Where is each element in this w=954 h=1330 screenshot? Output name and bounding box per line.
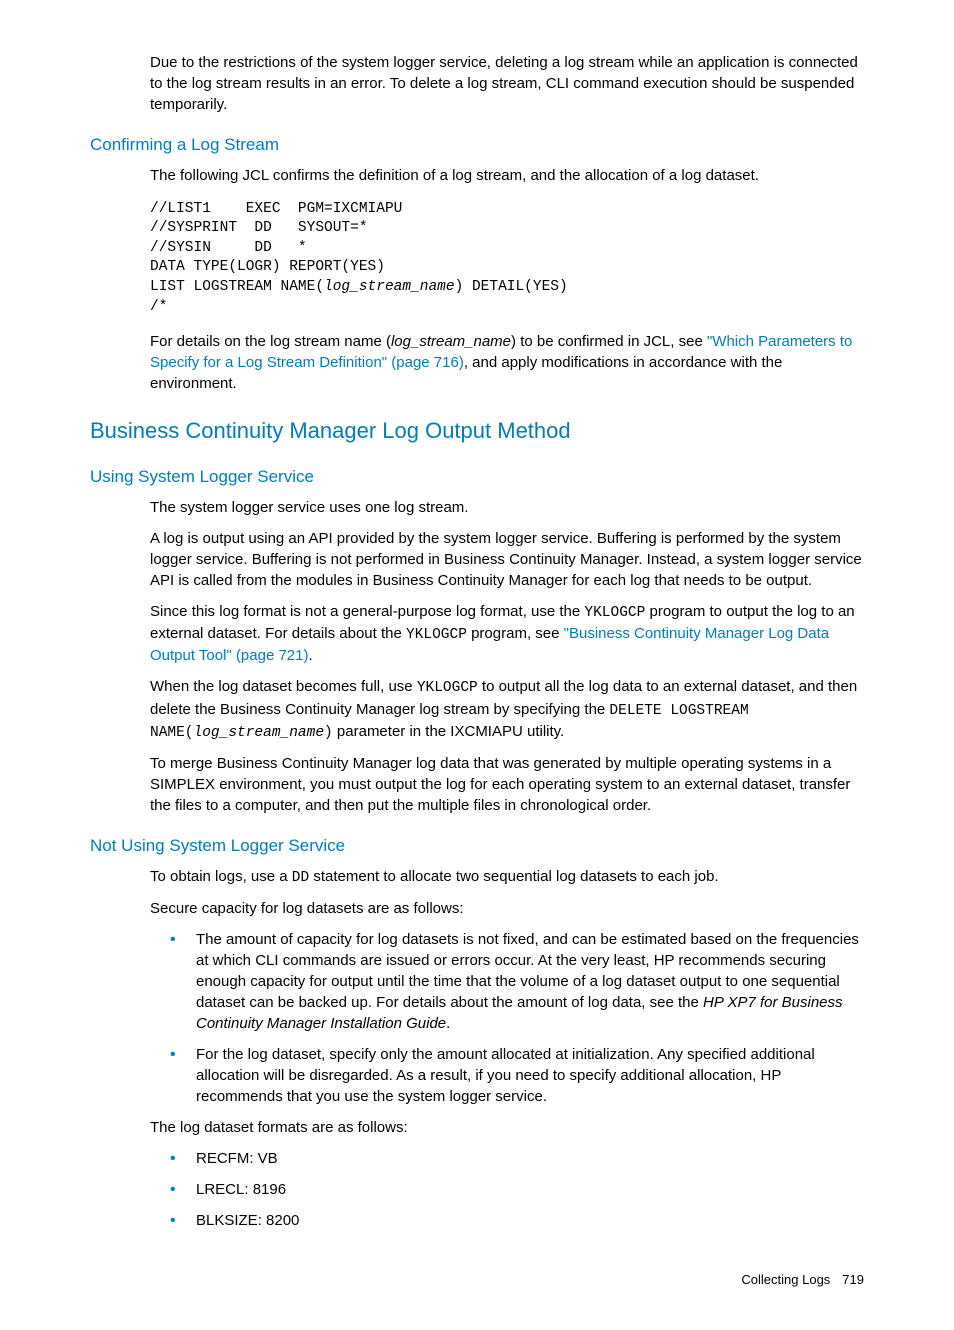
heading-using-system-logger: Using System Logger Service xyxy=(90,465,864,489)
code-param: log_stream_name xyxy=(324,279,455,295)
heading-bcm-log-output: Business Continuity Manager Log Output M… xyxy=(90,416,864,447)
code-param: log_stream_name xyxy=(194,725,325,741)
capacity-list: The amount of capacity for log datasets … xyxy=(170,929,864,1107)
confirming-p2: For details on the log stream name (log_… xyxy=(150,331,864,394)
text-fragment: . xyxy=(309,647,313,664)
code-line: //LIST1 EXEC PGM=IXCMIAPU xyxy=(150,201,402,217)
intro-paragraph: Due to the restrictions of the system lo… xyxy=(150,52,864,115)
code-line: //SYSPRINT DD SYSOUT=* xyxy=(150,220,368,236)
jcl-code-block: //LIST1 EXEC PGM=IXCMIAPU //SYSPRINT DD … xyxy=(150,200,864,317)
using-p3: Since this log format is not a general-p… xyxy=(150,601,864,667)
confirming-p1: The following JCL confirms the definitio… xyxy=(150,165,864,186)
format-list: RECFM: VB LRECL: 8196 BLKSIZE: 8200 xyxy=(170,1148,864,1231)
list-item: The amount of capacity for log datasets … xyxy=(170,929,864,1034)
notusing-p2: Secure capacity for log datasets are as … xyxy=(150,898,864,919)
page-footer: Collecting Logs 719 xyxy=(90,1271,864,1289)
text-fragment: ) to be confirmed in JCL, see xyxy=(511,333,707,350)
text-fragment: Since this log format is not a general-p… xyxy=(150,603,584,620)
code-line: //SYSIN DD * xyxy=(150,240,307,256)
code-line: ) DETAIL(YES) xyxy=(455,279,568,295)
program-name: YKLOGCP xyxy=(584,605,645,621)
list-item: RECFM: VB xyxy=(170,1148,864,1169)
using-p5: To merge Business Continuity Manager log… xyxy=(150,753,864,816)
list-item: BLKSIZE: 8200 xyxy=(170,1210,864,1231)
text-fragment: For details on the log stream name ( xyxy=(150,333,391,350)
footer-page-number: 719 xyxy=(842,1272,864,1287)
code-line: /* xyxy=(150,299,167,315)
using-p4: When the log dataset becomes full, use Y… xyxy=(150,676,864,743)
footer-section: Collecting Logs xyxy=(741,1272,830,1287)
notusing-p1: To obtain logs, use a DD statement to al… xyxy=(150,866,864,888)
using-p1: The system logger service uses one log s… xyxy=(150,497,864,518)
dd-statement: DD xyxy=(292,870,309,886)
param-name: log_stream_name xyxy=(391,333,511,350)
heading-confirming-log-stream: Confirming a Log Stream xyxy=(90,133,864,157)
notusing-p3: The log dataset formats are as follows: xyxy=(150,1117,864,1138)
text-fragment: statement to allocate two sequential log… xyxy=(309,868,718,885)
page-content: Due to the restrictions of the system lo… xyxy=(0,0,954,1330)
using-p2: A log is output using an API provided by… xyxy=(150,528,864,591)
program-name: YKLOGCP xyxy=(406,627,467,643)
text-fragment: To obtain logs, use a xyxy=(150,868,292,885)
list-item: LRECL: 8196 xyxy=(170,1179,864,1200)
list-item: For the log dataset, specify only the am… xyxy=(170,1044,864,1107)
program-name: YKLOGCP xyxy=(417,680,478,696)
code-line: LIST LOGSTREAM NAME( xyxy=(150,279,324,295)
heading-not-using-system-logger: Not Using System Logger Service xyxy=(90,834,864,858)
text-fragment: . xyxy=(446,1015,450,1032)
text-fragment: When the log dataset becomes full, use xyxy=(150,678,417,695)
text-fragment: program, see xyxy=(467,625,564,642)
code-line: DATA TYPE(LOGR) REPORT(YES) xyxy=(150,259,385,275)
text-fragment: parameter in the IXCMIAPU utility. xyxy=(333,723,564,740)
code-fragment: ) xyxy=(324,725,333,741)
